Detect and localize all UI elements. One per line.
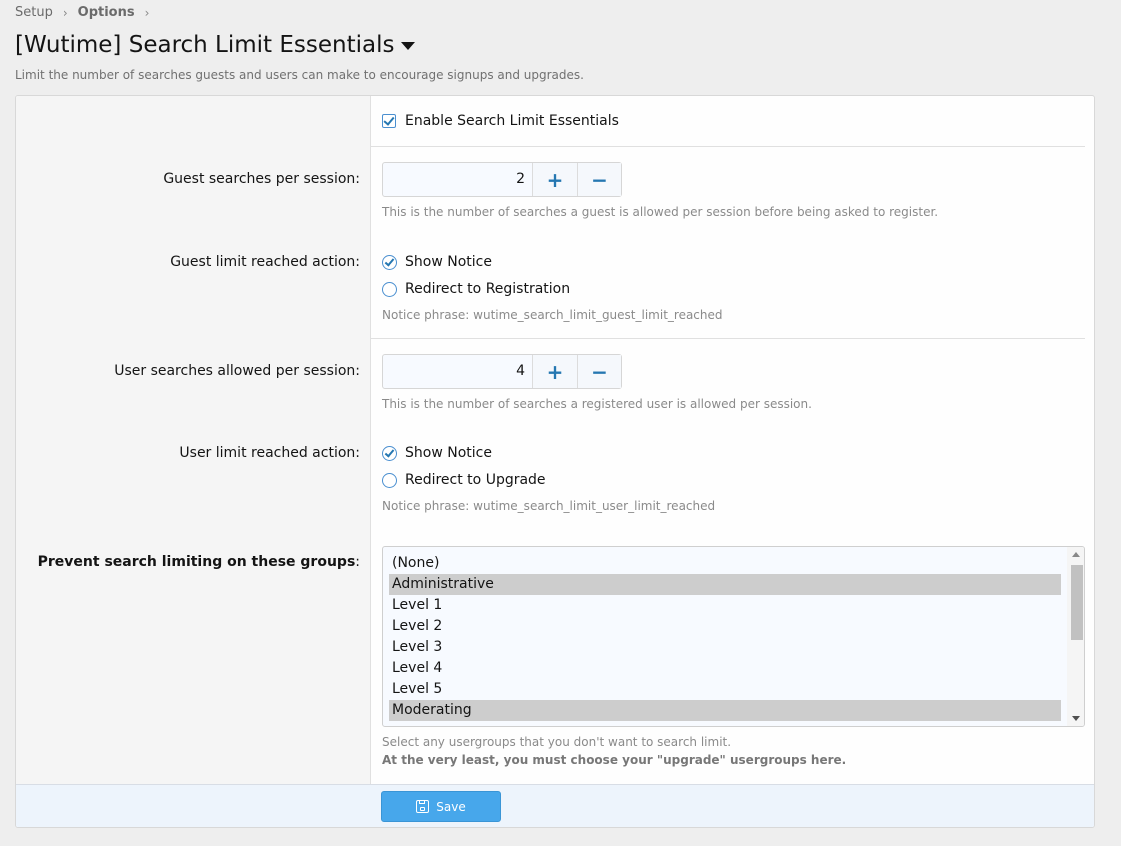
enable-checkbox[interactable]	[382, 114, 396, 128]
group-option-moderating[interactable]: Moderating	[389, 700, 1061, 721]
breadcrumb-setup[interactable]: Setup	[15, 5, 53, 20]
radio-unchecked-icon[interactable]	[382, 472, 397, 488]
page-description: Limit the number of searches guests and …	[15, 68, 584, 82]
user-decrement-button[interactable]: −	[577, 355, 621, 388]
caret-down-icon[interactable]	[401, 42, 416, 50]
chevron-right-icon: ›	[62, 5, 68, 20]
groups-multiselect[interactable]: (None) Administrative Level 1 Level 2 Le…	[382, 546, 1085, 727]
user-searches-stepper[interactable]: 4 + −	[382, 354, 622, 389]
guest-action-label: Guest limit reached action:	[170, 254, 360, 270]
guest-searches-input[interactable]: 2	[383, 163, 533, 196]
divider	[371, 146, 1085, 147]
save-button-label: Save	[436, 799, 466, 814]
breadcrumb: Setup › Options ›	[15, 5, 159, 20]
group-option-level-2[interactable]: Level 2	[389, 616, 1061, 637]
user-searches-label: User searches allowed per session:	[114, 363, 360, 379]
groups-scrollbar[interactable]	[1067, 547, 1084, 726]
guest-action-show-notice[interactable]: Show Notice	[382, 254, 492, 270]
groups-hint-bold: At the very least, you must choose your …	[382, 753, 847, 767]
group-option-none[interactable]: (None)	[389, 553, 1061, 574]
group-option-level-5[interactable]: Level 5	[389, 679, 1061, 700]
enable-label: Enable Search Limit Essentials	[405, 113, 619, 129]
user-searches-hint: This is the number of searches a registe…	[382, 397, 812, 411]
guest-searches-hint: This is the number of searches a guest i…	[382, 205, 939, 219]
save-button[interactable]: Save	[381, 791, 501, 822]
group-option-level-3[interactable]: Level 3	[389, 637, 1061, 658]
group-option-level-1[interactable]: Level 1	[389, 595, 1061, 616]
enable-checkbox-row[interactable]: Enable Search Limit Essentials	[382, 113, 619, 129]
guest-increment-button[interactable]: +	[533, 163, 577, 196]
page-title-text: [Wutime] Search Limit Essentials	[15, 32, 395, 58]
scroll-down-icon[interactable]	[1072, 716, 1080, 721]
scroll-up-icon[interactable]	[1072, 552, 1080, 557]
breadcrumb-options[interactable]: Options	[78, 5, 135, 20]
user-searches-input[interactable]: 4	[383, 355, 533, 388]
options-form: Enable Search Limit Essentials Guest sea…	[15, 95, 1095, 828]
radio-checked-icon[interactable]	[382, 445, 397, 461]
form-footer: Save	[16, 784, 1094, 827]
user-action-label: User limit reached action:	[179, 445, 360, 461]
guest-decrement-button[interactable]: −	[577, 163, 621, 196]
divider	[371, 338, 1085, 339]
chevron-right-icon: ›	[144, 5, 150, 20]
user-increment-button[interactable]: +	[533, 355, 577, 388]
page-title[interactable]: [Wutime] Search Limit Essentials	[15, 32, 416, 58]
groups-hint: Select any usergroups that you don't wan…	[382, 735, 732, 749]
radio-checked-icon[interactable]	[382, 254, 397, 270]
user-action-show-notice[interactable]: Show Notice	[382, 445, 492, 461]
guest-searches-stepper[interactable]: 2 + −	[382, 162, 622, 197]
label-column	[16, 96, 371, 784]
group-option-level-4[interactable]: Level 4	[389, 658, 1061, 679]
groups-label: Prevent search limiting on these groups:	[37, 554, 360, 570]
user-action-hint: Notice phrase: wutime_search_limit_user_…	[382, 499, 716, 513]
guest-action-hint: Notice phrase: wutime_search_limit_guest…	[382, 308, 723, 322]
user-action-redirect-upgrade[interactable]: Redirect to Upgrade	[382, 472, 546, 488]
guest-searches-label: Guest searches per session:	[163, 171, 360, 187]
radio-unchecked-icon[interactable]	[382, 281, 397, 297]
guest-action-redirect-registration[interactable]: Redirect to Registration	[382, 281, 570, 297]
save-icon	[416, 800, 430, 813]
scroll-thumb[interactable]	[1071, 565, 1083, 640]
group-option-administrative[interactable]: Administrative	[389, 574, 1061, 595]
